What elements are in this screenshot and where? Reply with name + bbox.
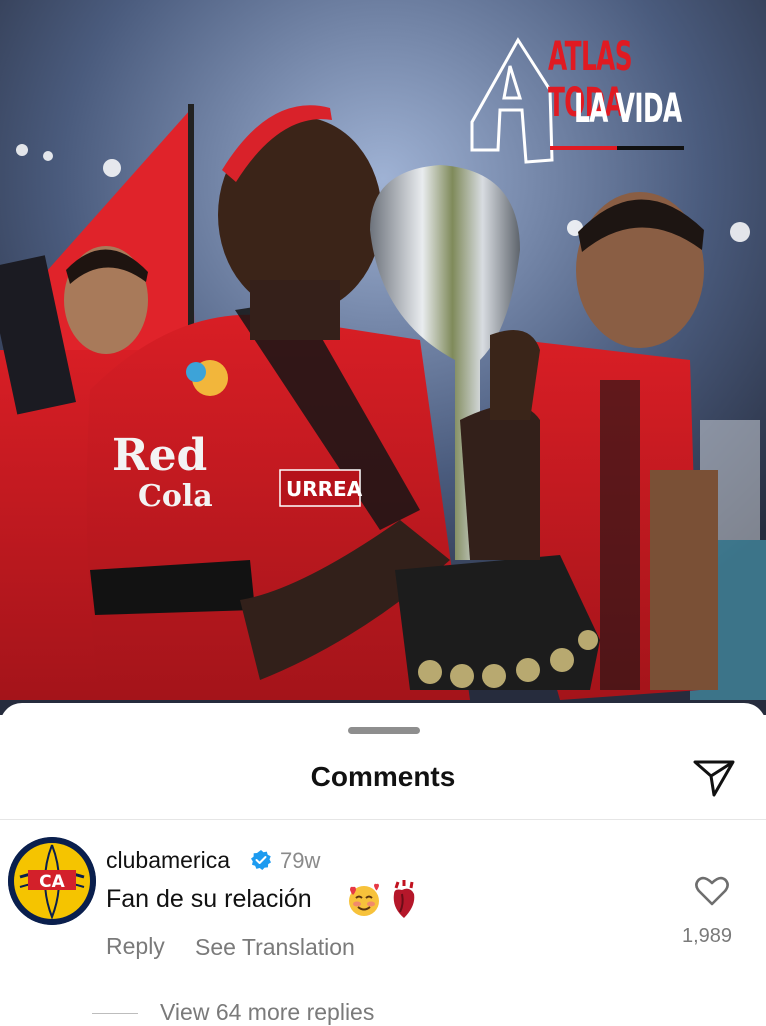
smiling-face-with-hearts-icon — [349, 883, 379, 916]
logo-line2: LA VIDA — [574, 86, 682, 132]
like-count: 1,989 — [682, 925, 733, 947]
jersey-cola-text: Cola — [138, 479, 213, 514]
reply-button[interactable]: Reply — [106, 933, 165, 960]
jersey-sponsor-text: URREA — [286, 477, 363, 501]
sheet-title: Comments — [310, 761, 456, 792]
logo-underline — [550, 146, 684, 150]
sheet-grabber[interactable] — [348, 727, 420, 734]
share-button[interactable] — [690, 757, 738, 801]
see-translation-button[interactable]: See Translation — [195, 934, 355, 961]
avatar-letters: CA — [39, 872, 65, 892]
anatomical-heart-icon — [393, 880, 415, 918]
paper-plane-icon — [693, 760, 735, 797]
heart-outline-icon[interactable] — [694, 875, 730, 907]
comment-timestamp: 79w — [280, 848, 321, 873]
jersey-red-text: Red — [112, 430, 207, 481]
comment-username[interactable]: clubamerica — [106, 847, 230, 874]
sheet-divider — [0, 819, 766, 820]
verified-badge-icon — [251, 850, 271, 870]
post-photo: Red Cola URREA ATLAS TODA LA VIDA — [0, 0, 766, 715]
comment-text: Fan de su relación — [106, 885, 312, 913]
replies-connector-line — [92, 1013, 138, 1014]
avatar[interactable]: CA — [8, 837, 96, 925]
comments-sheet: Comments CA clubamerica 79w Fan de su re… — [0, 703, 766, 1026]
view-more-replies-button[interactable]: View 64 more replies — [160, 999, 374, 1026]
club-america-crest-icon: CA — [8, 837, 96, 925]
